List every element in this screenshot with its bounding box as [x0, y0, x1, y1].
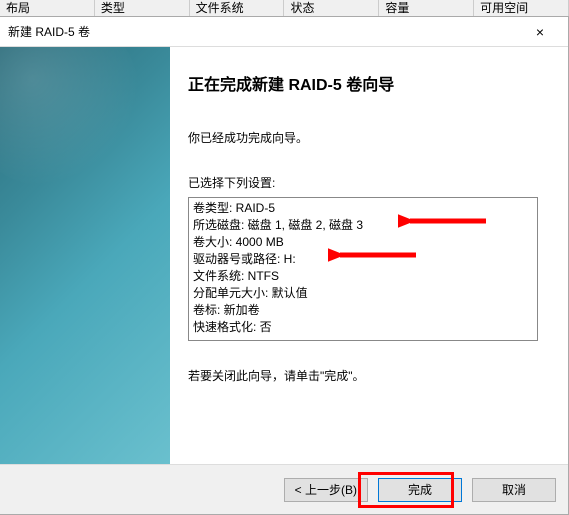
wizard-heading: 正在完成新建 RAID-5 卷向导	[188, 71, 548, 95]
dialog-title: 新建 RAID-5 卷	[8, 23, 520, 40]
setting-allocation: 分配单元大小: 默认值	[193, 285, 533, 302]
selected-settings-label: 已选择下列设置:	[188, 174, 548, 191]
setting-label: 卷标: 新加卷	[193, 302, 533, 319]
background-column-headers: 布局 类型 文件系统 状态 容量 可用空间	[0, 0, 569, 16]
setting-filesystem: 文件系统: NTFS	[193, 268, 533, 285]
dialog-footer: < 上一步(B) 完成 取消	[0, 464, 568, 514]
col-layout: 布局	[0, 0, 95, 16]
setting-volume-type: 卷类型: RAID-5	[193, 200, 533, 217]
dialog-body: 正在完成新建 RAID-5 卷向导 你已经成功完成向导。 已选择下列设置: 卷类…	[0, 47, 568, 464]
col-capacity: 容量	[379, 0, 474, 16]
setting-drive-letter: 驱动器号或路径: H:	[193, 251, 533, 268]
back-button[interactable]: < 上一步(B)	[284, 478, 368, 502]
titlebar: 新建 RAID-5 卷 ×	[0, 17, 568, 47]
setting-size: 卷大小: 4000 MB	[193, 234, 533, 251]
close-hint-text: 若要关闭此向导，请单击"完成"。	[188, 367, 548, 384]
close-button[interactable]: ×	[520, 22, 560, 42]
settings-listbox[interactable]: 卷类型: RAID-5 所选磁盘: 磁盘 1, 磁盘 2, 磁盘 3 卷大小: …	[188, 197, 538, 341]
col-fs: 文件系统	[190, 0, 285, 16]
cancel-button[interactable]: 取消	[472, 478, 556, 502]
finish-button[interactable]: 完成	[378, 478, 462, 502]
success-message: 你已经成功完成向导。	[188, 129, 548, 146]
wizard-dialog: 新建 RAID-5 卷 × 正在完成新建 RAID-5 卷向导 你已经成功完成向…	[0, 16, 569, 515]
setting-disks: 所选磁盘: 磁盘 1, 磁盘 2, 磁盘 3	[193, 217, 533, 234]
col-type: 类型	[95, 0, 190, 16]
col-status: 状态	[284, 0, 379, 16]
setting-quickformat: 快速格式化: 否	[193, 319, 533, 336]
wizard-content: 正在完成新建 RAID-5 卷向导 你已经成功完成向导。 已选择下列设置: 卷类…	[170, 47, 568, 464]
col-free: 可用空间	[474, 0, 569, 16]
wizard-side-graphic	[0, 47, 170, 464]
